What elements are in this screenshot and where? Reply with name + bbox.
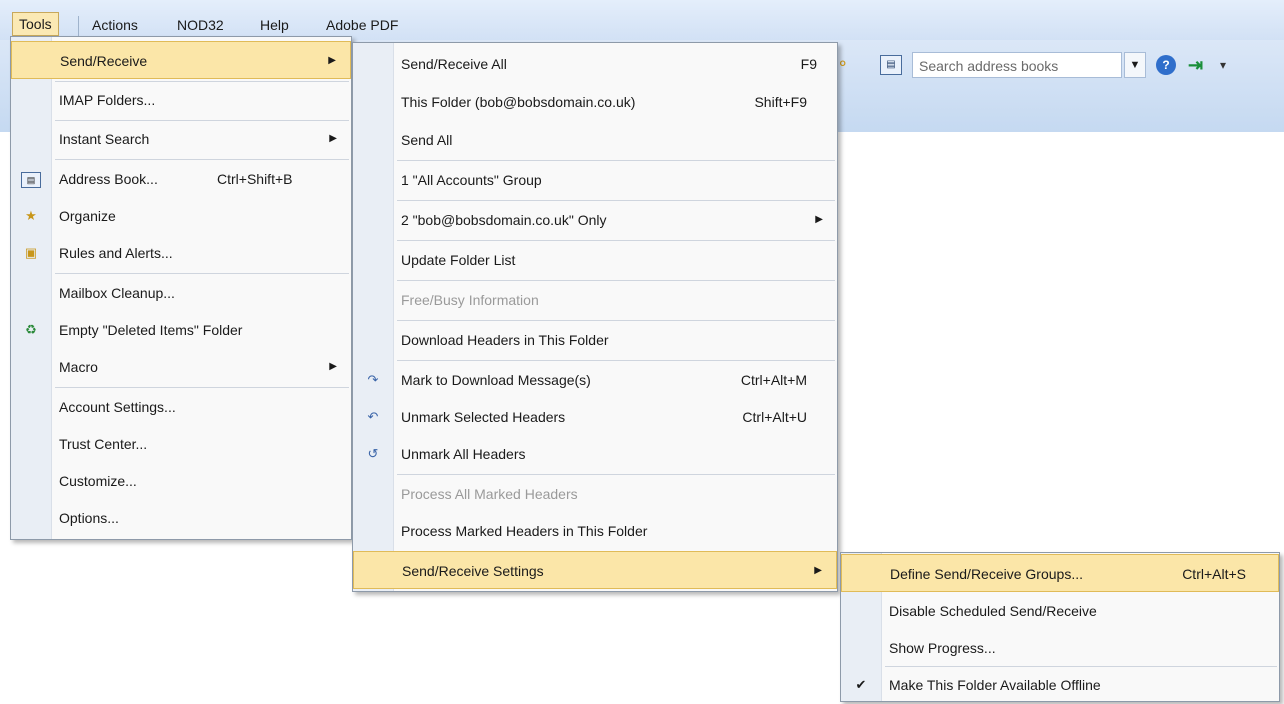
menu-tools[interactable]: Tools [12,12,59,36]
show-progress[interactable]: Show Progress... [841,629,1279,667]
mark-to-download[interactable]: ↷ Mark to Download Message(s) Ctrl+Alt+M [353,361,837,399]
submenu-arrow-icon: ▶ [815,214,823,225]
tools-macro[interactable]: Macro ▶ [11,348,351,386]
all-accounts-group[interactable]: 1 "All Accounts" Group [353,161,837,199]
tools-send-receive[interactable]: Send/Receive ▶ [11,41,351,79]
exit-icon[interactable]: ⇥ [1188,52,1210,78]
tools-menu: Send/Receive ▶ IMAP Folders... Instant S… [10,36,352,540]
submenu-arrow-icon: ▶ [329,133,337,144]
toolbar-overflow-icon[interactable]: ▾ [1220,58,1234,78]
unmark-icon: ↶ [367,409,379,424]
unmark-all-headers[interactable]: ↺ Unmark All Headers [353,435,837,473]
tools-imap-folders[interactable]: IMAP Folders... [11,81,351,119]
unmark-all-icon: ↺ [367,446,379,461]
tools-customize[interactable]: Customize... [11,462,351,500]
recycle-bin-icon: ♻ [25,322,37,337]
tools-account-settings[interactable]: Account Settings... [11,388,351,426]
send-receive-this-folder[interactable]: This Folder (bob@bobsdomain.co.uk) Shift… [353,83,837,121]
tools-empty-deleted-items[interactable]: ♻ Empty "Deleted Items" Folder [11,311,351,349]
checkmark-icon: ✔ [855,677,867,692]
search-address-books-input[interactable]: Search address books [912,52,1122,78]
menu-actions[interactable]: Actions [92,14,138,36]
tools-organize[interactable]: ★ Organize [11,197,351,235]
bob-account-only[interactable]: 2 "bob@bobsdomain.co.uk" Only ▶ [353,201,837,239]
open-folder-icon[interactable]: ⚬ [836,54,858,76]
menu-help[interactable]: Help [260,14,289,36]
help-icon[interactable]: ? [1156,55,1176,75]
send-receive-submenu: Send/Receive All F9 This Folder (bob@bob… [352,42,838,592]
tools-address-book[interactable]: ▤ Address Book... Ctrl+Shift+B [11,160,351,198]
search-dropdown-button[interactable]: ▼ [1124,52,1146,78]
disable-scheduled-send-receive[interactable]: Disable Scheduled Send/Receive [841,592,1279,630]
organize-icon: ★ [25,208,37,223]
submenu-arrow-icon: ▶ [814,565,822,576]
send-receive-settings[interactable]: Send/Receive Settings ▶ [353,551,837,589]
tools-instant-search[interactable]: Instant Search ▶ [11,120,351,158]
tools-rules-alerts[interactable]: ▣ Rules and Alerts... [11,234,351,272]
download-headers-this-folder[interactable]: Download Headers in This Folder [353,321,837,359]
tools-options[interactable]: Options... [11,499,351,537]
tools-trust-center[interactable]: Trust Center... [11,425,351,463]
process-all-marked-headers[interactable]: Process All Marked Headers [353,475,837,513]
send-all[interactable]: Send All [353,121,837,159]
menu-nod32[interactable]: NOD32 [177,14,224,36]
update-folder-list[interactable]: Update Folder List [353,241,837,279]
rules-alerts-icon: ▣ [24,245,38,260]
menu-bar: Tools Actions NOD32 Help Adobe PDF [0,0,1284,40]
tools-mailbox-cleanup[interactable]: Mailbox Cleanup... [11,274,351,312]
process-marked-headers-this-folder[interactable]: Process Marked Headers in This Folder [353,512,837,550]
define-send-receive-groups[interactable]: Define Send/Receive Groups... Ctrl+Alt+S [841,554,1279,592]
unmark-selected-headers[interactable]: ↶ Unmark Selected Headers Ctrl+Alt+U [353,398,837,436]
menu-adobe-pdf[interactable]: Adobe PDF [326,14,398,36]
address-book-icon[interactable]: ▤ [880,55,902,75]
send-receive-settings-submenu: Define Send/Receive Groups... Ctrl+Alt+S… [840,552,1280,702]
address-book-icon: ▤ [21,172,41,188]
free-busy-information[interactable]: Free/Busy Information [353,281,837,319]
menu-separator [78,16,79,36]
submenu-arrow-icon: ▶ [328,55,336,66]
send-receive-all[interactable]: Send/Receive All F9 [353,45,837,83]
submenu-arrow-icon: ▶ [329,361,337,372]
mark-download-icon: ↷ [367,372,379,387]
make-folder-available-offline[interactable]: ✔ Make This Folder Available Offline [841,666,1279,704]
